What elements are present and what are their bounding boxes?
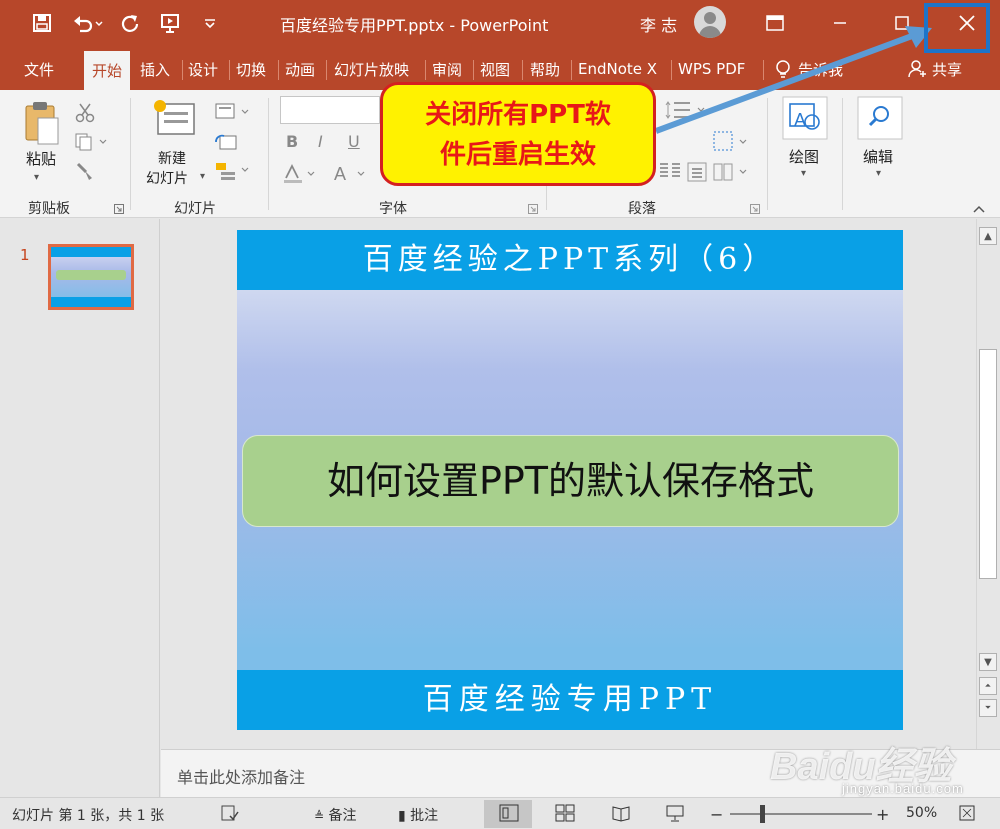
notes-button[interactable]: ≜ 备注 [314, 805, 357, 825]
thumbnail-number: 1 [20, 246, 30, 264]
slide-count: 幻灯片 第 1 张，共 1 张 [12, 808, 165, 824]
comment-icon: ▮ [398, 808, 406, 824]
zoom-slider-thumb[interactable] [760, 805, 765, 823]
scroll-down-icon[interactable]: ▼ [979, 653, 997, 671]
spell-check-icon[interactable] [220, 804, 240, 826]
previous-slide-icon[interactable]: ⏶ [979, 677, 997, 695]
callout-box: 关闭所有PPT软 件后重启生效 [380, 82, 656, 186]
zoom-slider-track[interactable] [730, 813, 872, 815]
fit-slide-icon[interactable] [958, 804, 976, 826]
callout-line-1: 关闭所有PPT软 [425, 100, 611, 130]
slide-thumbnail-pane: 1 [0, 219, 160, 799]
slide-header-text[interactable]: 百度经验之PPT系列（6） [237, 230, 903, 290]
zoom-out-button[interactable]: − [710, 805, 723, 824]
watermark-url: jingyan.baidu.com [842, 781, 964, 796]
slide-thumbnail[interactable] [48, 244, 134, 310]
zoom-in-button[interactable]: + [876, 805, 889, 824]
notes-button-label: 备注 [328, 808, 357, 824]
slide-footer-text[interactable]: 百度经验专用PPT [237, 670, 903, 730]
scroll-up-icon[interactable]: ▲ [979, 227, 997, 245]
slide-title-box[interactable]: 如何设置PPT的默认保存格式 [242, 435, 899, 527]
close-button-highlight [924, 3, 990, 53]
callout-line-2: 件后重启生效 [439, 140, 596, 170]
comments-button[interactable]: ▮ 批注 [398, 805, 438, 825]
zoom-level[interactable]: 50% [906, 805, 937, 821]
slide-canvas[interactable]: 百度经验之PPT系列（6） 如何设置PPT的默认保存格式 百度经验专用PPT [237, 230, 903, 730]
slide-sorter-icon[interactable] [555, 804, 575, 826]
notes-icon: ≜ [314, 809, 325, 823]
scroll-thumb[interactable] [979, 349, 997, 579]
next-slide-icon[interactable]: ⏷ [979, 699, 997, 717]
vertical-scrollbar[interactable]: ▲ ▼ ⏶ ⏷ [976, 219, 1000, 749]
baidu-watermark: Baidu经验 jingyan.baidu.com [770, 725, 990, 805]
notes-placeholder[interactable]: 单击此处添加备注 [177, 764, 305, 788]
normal-view-icon[interactable] [499, 804, 519, 826]
reading-view-icon[interactable] [611, 804, 631, 826]
slideshow-view-icon[interactable] [665, 804, 685, 826]
comments-button-label: 批注 [410, 808, 439, 824]
